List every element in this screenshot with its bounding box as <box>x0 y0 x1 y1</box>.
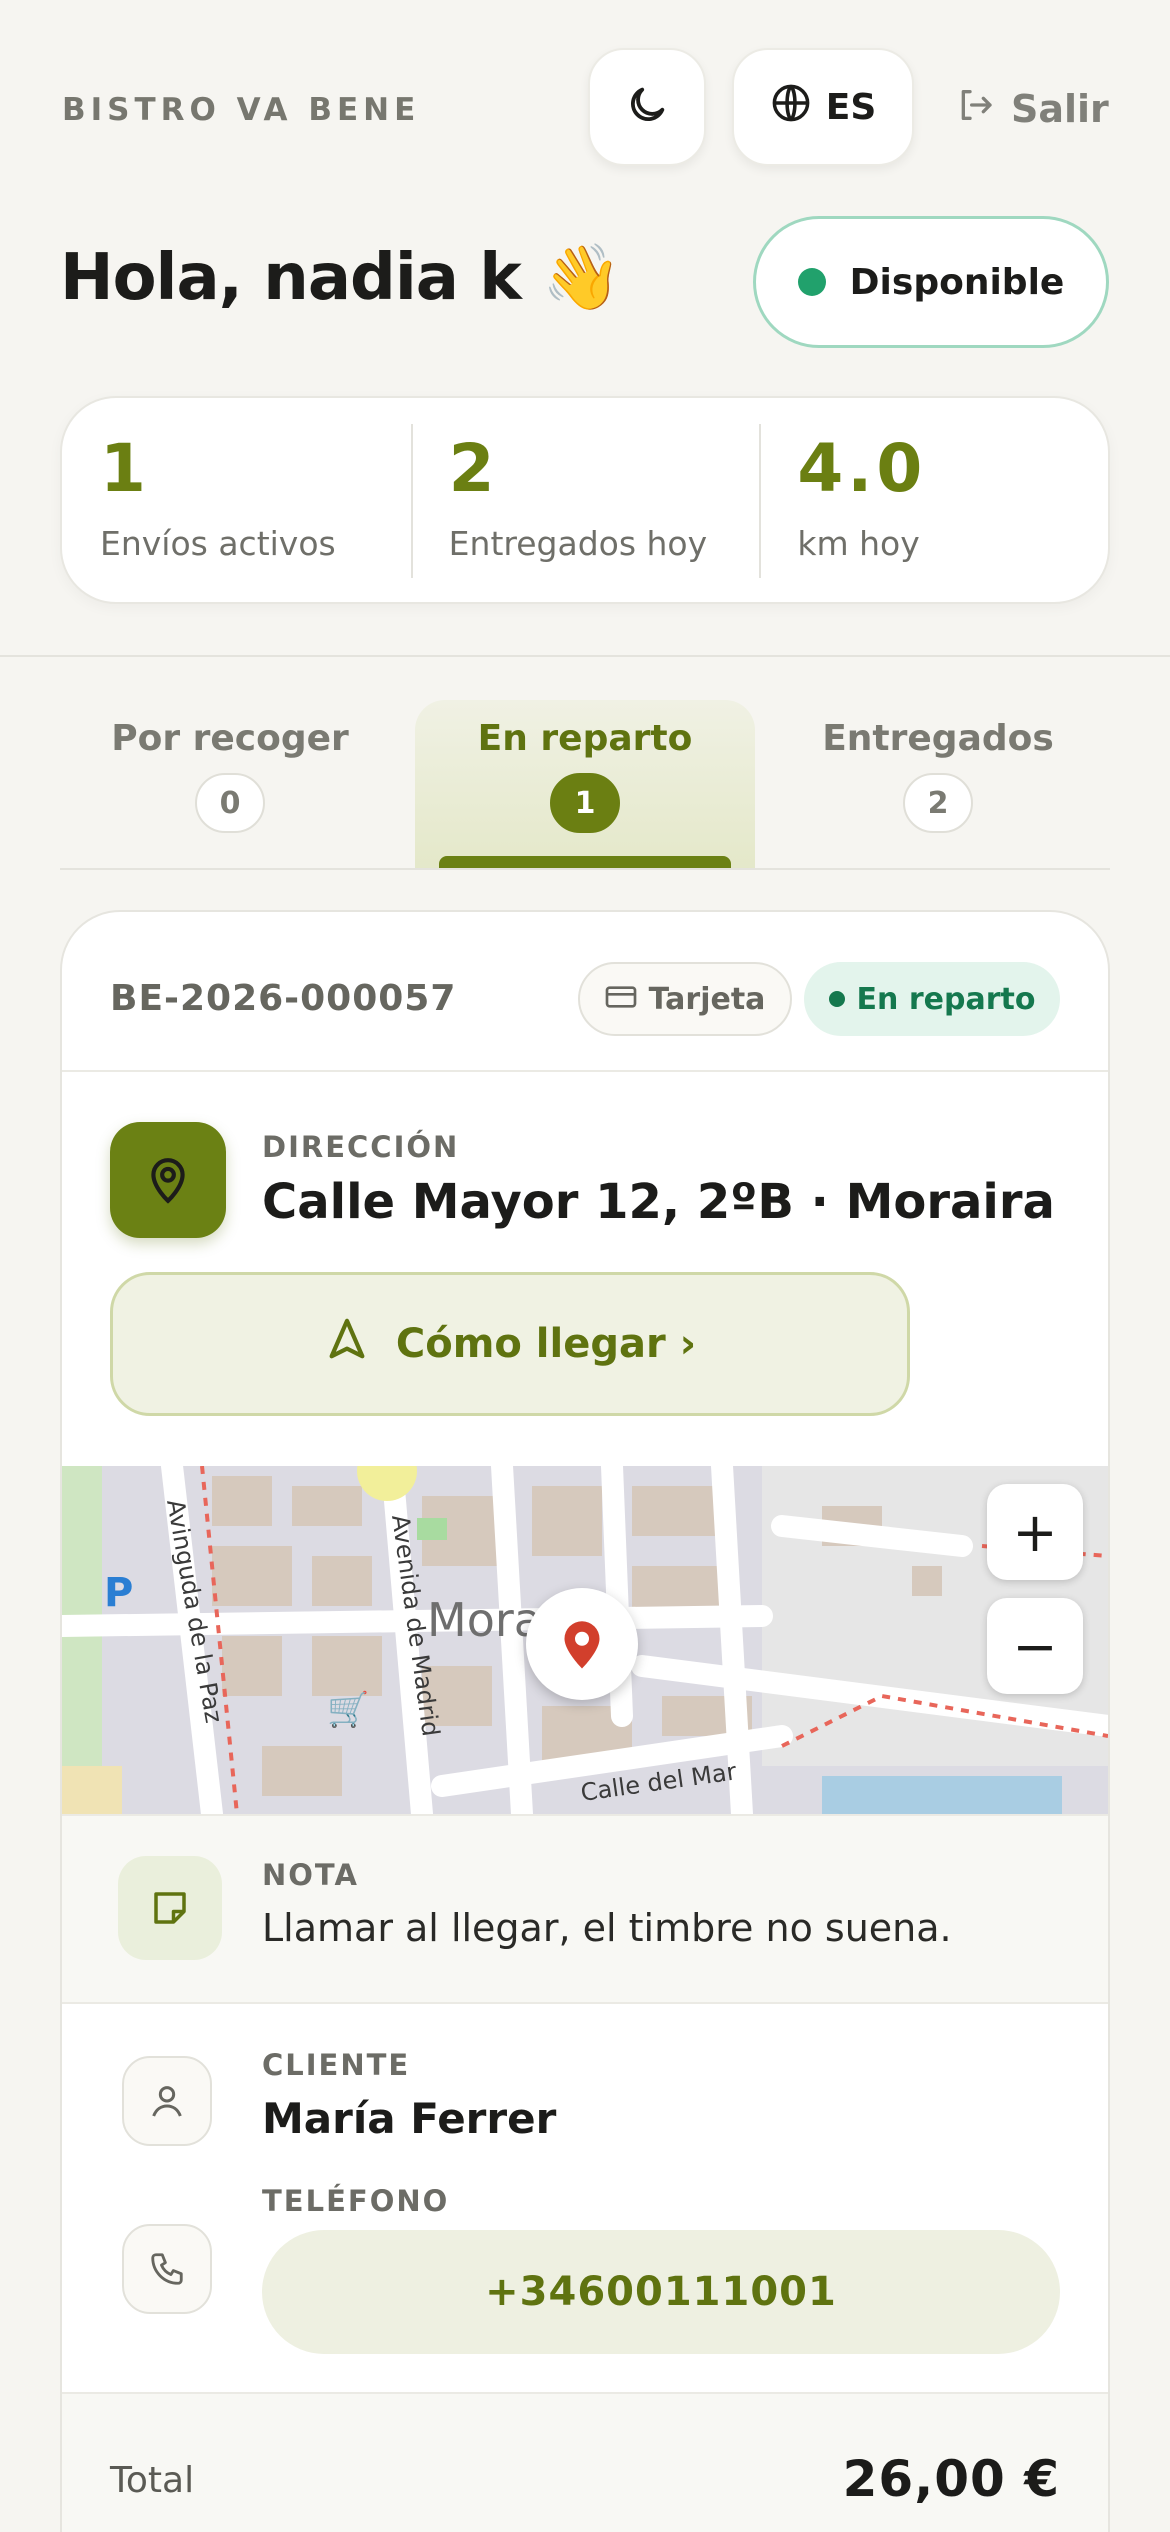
map-zoom-in-button[interactable]: + <box>987 1484 1083 1580</box>
availability-toggle[interactable]: Disponible <box>753 216 1109 348</box>
client-name: María Ferrer <box>262 2094 557 2143</box>
tab-label: Entregados <box>822 718 1054 759</box>
brand-name: BISTRO VA BENE <box>62 92 421 128</box>
map-zoom-out-button[interactable]: − <box>987 1598 1083 1694</box>
call-client-button[interactable]: +34600111001 <box>262 2230 1060 2354</box>
map-marker-icon[interactable] <box>526 1588 638 1700</box>
total-amount: 26,00 € <box>842 2450 1060 2508</box>
directions-button[interactable]: Cómo llegar › <box>110 1272 910 1416</box>
stat-label: km hoy <box>797 524 920 563</box>
svg-text:P: P <box>104 1570 133 1616</box>
globe-icon <box>770 82 812 133</box>
user-icon <box>122 2056 212 2146</box>
tab-count-badge: 2 <box>903 773 973 833</box>
note-section: NOTA Llamar al llegar, el timbre no suen… <box>62 1814 1108 2004</box>
stat-label: Envíos activos <box>100 524 336 563</box>
svg-text:Mora: Mora <box>427 1593 542 1647</box>
tab-label: Por recoger <box>111 718 349 759</box>
stat-value: 1 <box>100 430 150 507</box>
client-label: CLIENTE <box>262 2048 411 2082</box>
phone-label: TELÉFONO <box>262 2184 450 2218</box>
tab-count-badge: 1 <box>550 773 620 833</box>
stat-value: 4.0 <box>797 430 927 507</box>
payment-badge: Tarjeta <box>578 962 792 1036</box>
tab-en-reparto[interactable]: En reparto 1 <box>415 700 755 870</box>
card-icon <box>605 982 637 1017</box>
stats-panel: 1 Envíos activos 2 Entregados hoy 4.0 km… <box>60 396 1110 604</box>
tabs-baseline <box>60 868 1110 870</box>
navigation-icon <box>324 1316 370 1372</box>
total-section: Total 26,00 € <box>62 2392 1108 2532</box>
availability-dot <box>797 268 826 296</box>
address-label: DIRECCIÓN <box>262 1130 460 1164</box>
tab-label: En reparto <box>477 718 693 759</box>
order-card: BE-2026-000057 Tarjeta En reparto DIRECC… <box>60 910 1110 2532</box>
theme-toggle-button[interactable] <box>588 48 706 166</box>
note-icon <box>118 1856 222 1960</box>
status-label: En reparto <box>856 981 1036 1017</box>
tab-por-recoger[interactable]: Por recoger 0 <box>60 700 400 870</box>
logout-icon <box>955 85 995 134</box>
delivery-address: Calle Mayor 12, 2ºB · Moraira <box>262 1174 1055 1230</box>
svg-text:🛒: 🛒 <box>327 1690 369 1730</box>
tab-entregados[interactable]: Entregados 2 <box>768 700 1108 870</box>
section-divider <box>0 655 1170 657</box>
note-text: Llamar al llegar, el timbre no suena. <box>262 1906 952 1950</box>
moon-icon <box>624 82 670 132</box>
logout-button[interactable]: Salir <box>955 80 1109 138</box>
status-dot <box>828 991 845 1007</box>
availability-label: Disponible <box>849 261 1065 303</box>
language-button[interactable]: ES <box>732 48 914 166</box>
order-id: BE-2026-000057 <box>110 978 457 1019</box>
stat-label: Entregados hoy <box>448 524 708 563</box>
greeting-heading: Hola, nadia k 👋 <box>60 241 622 315</box>
tab-count-badge: 0 <box>195 773 265 833</box>
payment-method: Tarjeta <box>648 981 766 1017</box>
stat-km-today: 4.0 km hoy <box>759 398 1108 602</box>
stat-value: 2 <box>448 430 499 507</box>
phone-icon <box>122 2224 212 2314</box>
note-label: NOTA <box>262 1858 359 1892</box>
directions-label: Cómo llegar › <box>395 1321 697 1367</box>
total-label: Total <box>110 2460 195 2501</box>
stat-delivered-today: 2 Entregados hoy <box>410 398 760 602</box>
location-pin-icon <box>110 1122 226 1238</box>
order-header: BE-2026-000057 Tarjeta En reparto <box>62 912 1108 1072</box>
status-badge: En reparto <box>804 962 1060 1036</box>
delivery-map[interactable]: P Avinguda de la Paz Avenida de Madrid M… <box>62 1466 1108 1814</box>
stat-active-shipments: 1 Envíos activos <box>62 398 411 602</box>
logout-label: Salir <box>1011 87 1109 131</box>
language-code: ES <box>825 86 877 128</box>
